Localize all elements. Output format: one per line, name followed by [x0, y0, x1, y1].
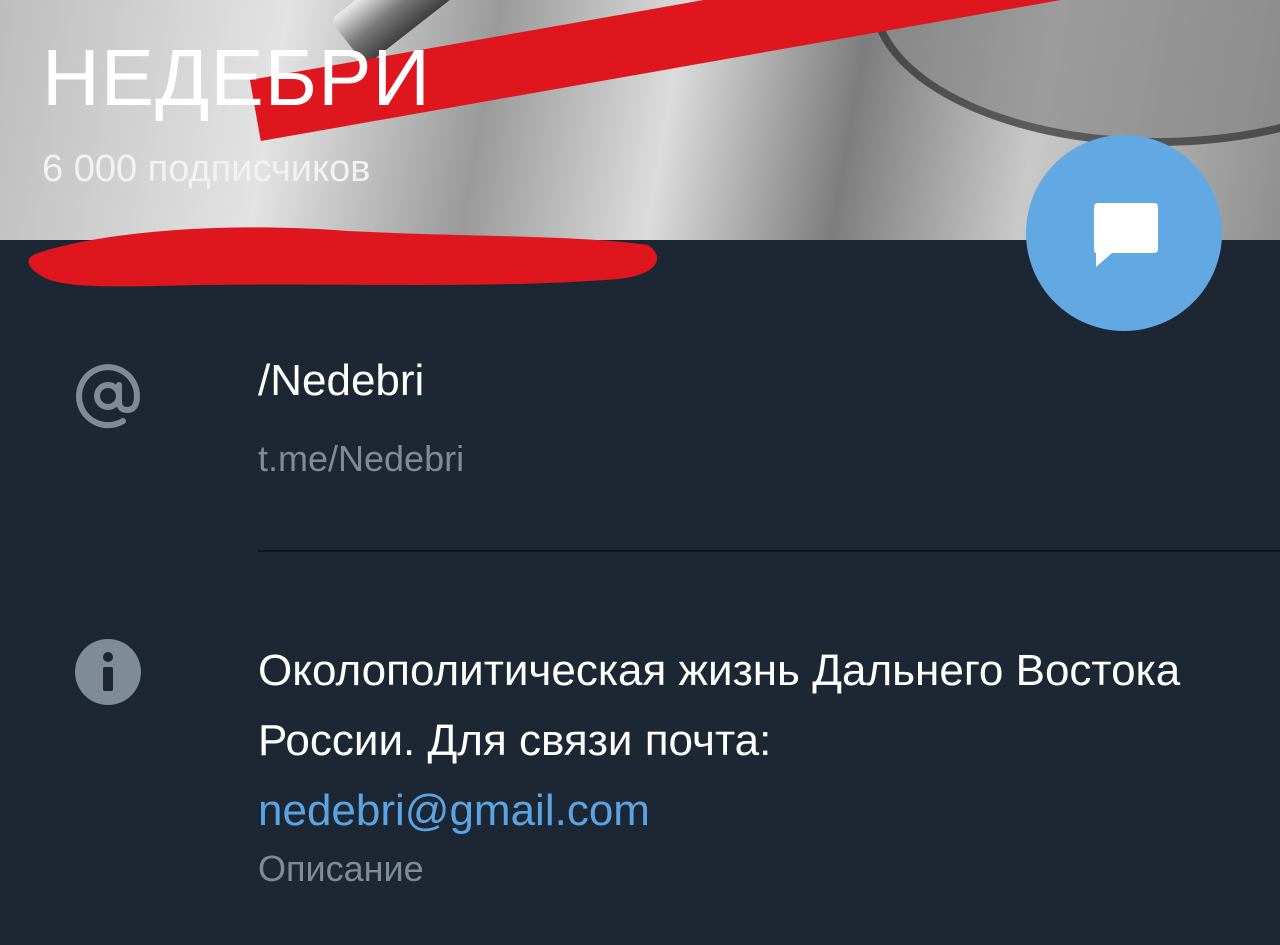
description-email-link[interactable]: nedebri@gmail.com: [258, 776, 1258, 846]
message-button[interactable]: [1026, 135, 1222, 331]
divider: [258, 550, 1280, 552]
message-icon: [1094, 203, 1158, 267]
channel-description: Околополитическая жизнь Дальнего Востока…: [258, 636, 1258, 846]
description-text: Околополитическая жизнь Дальнего Востока…: [258, 646, 1181, 765]
subscriber-count: 6 000 подписчиков: [42, 148, 371, 190]
at-icon: [72, 360, 144, 432]
description-label: Описание: [258, 848, 424, 889]
channel-title: НЕДЕБРИ: [42, 33, 432, 122]
channel-username[interactable]: /Nedebri: [258, 356, 424, 406]
redaction-scribble: [28, 227, 658, 287]
channel-link[interactable]: t.me/Nedebri: [258, 438, 464, 480]
info-icon: [72, 636, 144, 708]
